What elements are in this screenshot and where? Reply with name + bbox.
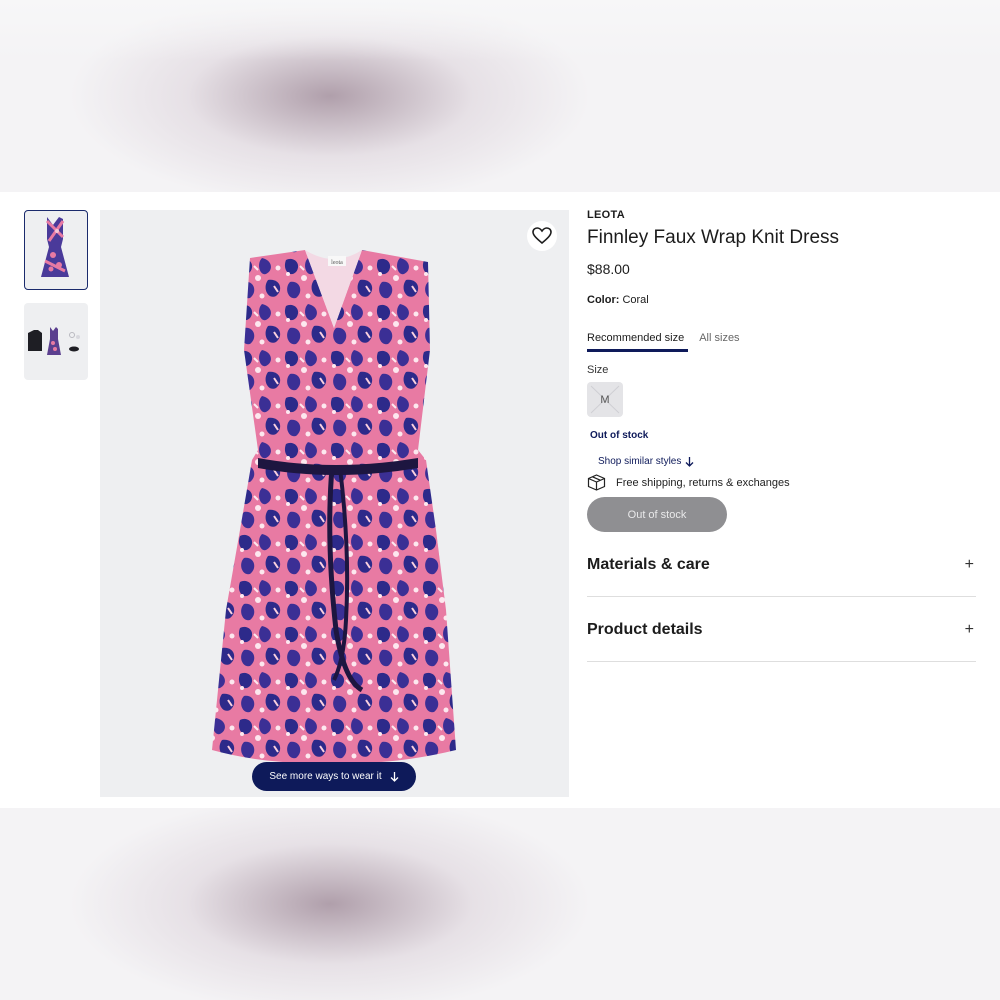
size-option-label: M xyxy=(600,393,610,406)
dress-thumbnail-image xyxy=(41,217,69,277)
product-page: leota See more ways to wear it LEOTA Fin… xyxy=(0,192,1000,808)
thumbnail-outfit[interactable] xyxy=(24,303,88,380)
active-tab-indicator xyxy=(587,349,688,352)
product-price: $88.00 xyxy=(587,261,630,277)
see-more-ways-button[interactable]: See more ways to wear it xyxy=(252,762,416,791)
shop-similar-label: Shop similar styles xyxy=(598,456,682,467)
stock-status: Out of stock xyxy=(590,430,649,441)
heart-icon xyxy=(532,227,552,245)
arrow-down-icon xyxy=(390,771,399,782)
shop-similar-link[interactable]: Shop similar styles xyxy=(598,456,694,467)
product-main-image: leota xyxy=(100,210,569,797)
arrow-down-icon xyxy=(685,456,694,467)
size-option-m[interactable]: M xyxy=(587,382,623,417)
outfit-thumbnail-image xyxy=(28,327,80,355)
size-tabs: Recommended size All sizes xyxy=(587,332,740,344)
accordion-title: Product details xyxy=(587,620,703,638)
shipping-text: Free shipping, returns & exchanges xyxy=(616,476,790,489)
shipping-info: Free shipping, returns & exchanges xyxy=(587,474,790,491)
color-value: Coral xyxy=(622,294,649,306)
plus-icon: + xyxy=(964,620,974,638)
brand-name[interactable]: LEOTA xyxy=(587,209,625,221)
favorite-button[interactable] xyxy=(527,221,557,251)
out-of-stock-button[interactable]: Out of stock xyxy=(587,497,727,532)
color-info: Color: Coral xyxy=(587,294,649,306)
size-label: Size xyxy=(587,364,609,376)
tab-recommended-size[interactable]: Recommended size xyxy=(587,332,684,344)
box-icon xyxy=(587,474,606,491)
tab-all-sizes[interactable]: All sizes xyxy=(699,332,739,344)
background-top xyxy=(0,0,1000,192)
accordion-materials-care[interactable]: Materials & care + xyxy=(587,533,976,597)
background-bottom xyxy=(0,808,1000,1000)
accordion-product-details[interactable]: Product details + xyxy=(587,598,976,662)
color-label: Color: xyxy=(587,294,620,306)
see-more-ways-label: See more ways to wear it xyxy=(269,771,382,782)
dress-tag-label: leota xyxy=(331,260,343,266)
dress-image: leota xyxy=(212,250,456,763)
thumbnail-dress[interactable] xyxy=(24,210,88,290)
plus-icon: + xyxy=(964,555,974,573)
accordion-title: Materials & care xyxy=(587,555,710,573)
product-title: Finnley Faux Wrap Knit Dress xyxy=(587,227,840,248)
